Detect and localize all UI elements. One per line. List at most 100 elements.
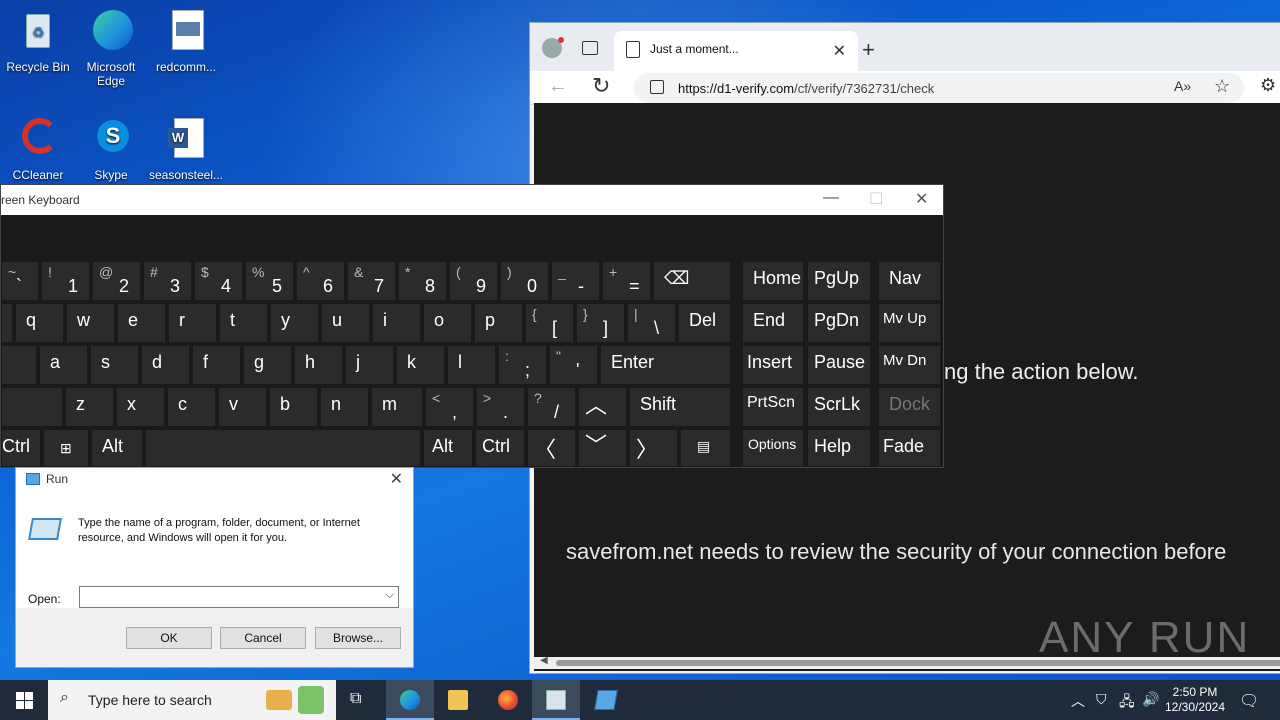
key-7[interactable]: & 7	[347, 261, 396, 301]
key-quote[interactable]: " '	[549, 345, 598, 385]
network-icon[interactable]: 🖧	[1119, 691, 1135, 715]
desktop-icon-recycle-bin[interactable]: ♻ Recycle Bin	[0, 8, 76, 74]
key-tab[interactable]	[1, 303, 13, 343]
key-d[interactable]: d	[141, 345, 190, 385]
key-scrlk[interactable]: ScrLk	[807, 387, 871, 427]
key-options[interactable]: Options	[742, 429, 804, 467]
taskbar-firefox[interactable]	[484, 680, 532, 720]
key-minus[interactable]: _ -	[551, 261, 600, 301]
key-t[interactable]: t	[219, 303, 268, 343]
key-0[interactable]: ) 0	[500, 261, 549, 301]
key-end[interactable]: End	[742, 303, 804, 343]
taskbar-file-explorer[interactable]	[434, 680, 482, 720]
notifications-icon[interactable]: 🗨	[1239, 691, 1259, 711]
key-comma[interactable]: <,	[425, 387, 474, 427]
key-h[interactable]: h	[294, 345, 343, 385]
key-m[interactable]: m	[371, 387, 423, 427]
key-b[interactable]: b	[269, 387, 318, 427]
key-nav[interactable]: Nav	[878, 261, 941, 301]
key-a[interactable]: a	[39, 345, 88, 385]
key-slash[interactable]: ? /	[527, 387, 576, 427]
key-alt-left[interactable]: Alt	[91, 429, 143, 467]
key-mvdn[interactable]: Mv Dn	[878, 345, 941, 385]
taskbar-osk[interactable]	[532, 680, 580, 720]
taskbar-search[interactable]: ⌕ Type here to search	[48, 680, 336, 720]
key-5[interactable]: % 5	[245, 261, 294, 301]
key-left-arrow[interactable]: 〈	[527, 429, 576, 467]
key-menu[interactable]: ▤	[680, 429, 731, 467]
horizontal-scrollbar[interactable]: ◀	[534, 655, 1280, 669]
ok-button[interactable]: OK	[126, 627, 212, 649]
extensions-icon[interactable]: ⚙	[1260, 75, 1276, 96]
key-z[interactable]: z	[65, 387, 114, 427]
key-n[interactable]: n	[320, 387, 369, 427]
back-arrow-icon[interactable]: ←	[548, 75, 568, 98]
refresh-icon[interactable]: ↻	[592, 73, 610, 99]
tab-just-a-moment[interactable]: Just a moment... ✕	[614, 31, 858, 71]
key-shift-left[interactable]	[1, 387, 63, 427]
key-p[interactable]: p	[474, 303, 523, 343]
key-alt-right[interactable]: Alt	[423, 429, 473, 467]
key-i[interactable]: i	[372, 303, 421, 343]
key-1[interactable]: ! 1	[41, 261, 90, 301]
key-c[interactable]: c	[167, 387, 216, 427]
url-text[interactable]: https://d1-verify.com/cf/verify/7362731/…	[678, 81, 934, 96]
key-period[interactable]: >.	[476, 387, 525, 427]
volume-icon[interactable]: 🔊	[1142, 691, 1159, 708]
minimize-icon[interactable]: —	[823, 189, 839, 207]
key-w[interactable]: w	[66, 303, 115, 343]
desktop-icon-redcomm[interactable]: redcomm...	[148, 8, 224, 74]
key-ctrl-right[interactable]: Ctrl	[475, 429, 525, 467]
key-del[interactable]: Del	[678, 303, 731, 343]
taskbar-run[interactable]	[582, 680, 630, 720]
security-icon[interactable]: ⛉	[1096, 691, 1107, 708]
clock[interactable]: 2:50 PM 12/30/2024	[1162, 685, 1228, 715]
key-backtick[interactable]: ~ `	[1, 261, 39, 301]
key-8[interactable]: * 8	[398, 261, 447, 301]
start-button[interactable]	[0, 680, 48, 720]
key-up-arrow[interactable]: ︿	[578, 387, 627, 427]
key-u[interactable]: u	[321, 303, 370, 343]
favorite-star-icon[interactable]: ☆	[1214, 76, 1230, 97]
close-icon[interactable]: ✕	[915, 189, 928, 209]
key-q[interactable]: q	[15, 303, 64, 343]
key-o[interactable]: o	[423, 303, 472, 343]
key-g[interactable]: g	[243, 345, 292, 385]
scroll-left-icon[interactable]: ◀	[540, 655, 548, 666]
read-aloud-icon[interactable]: A»	[1174, 78, 1191, 94]
key-home[interactable]: Home	[742, 261, 804, 301]
key-backspace[interactable]: ⌫	[653, 261, 731, 301]
close-icon[interactable]: ✕	[390, 469, 403, 489]
desktop-icon-seasonsteel[interactable]: W seasonsteel...	[148, 116, 224, 182]
taskbar-edge[interactable]	[386, 680, 434, 720]
browse-button[interactable]: Browse...	[315, 627, 401, 649]
address-bar[interactable]: https://d1-verify.com/cf/verify/7362731/…	[634, 73, 1244, 103]
key-f[interactable]: f	[192, 345, 241, 385]
open-combobox[interactable]: ⌵	[79, 586, 399, 608]
key-close-bracket[interactable]: }]	[576, 303, 625, 343]
desktop-icon-skype[interactable]: S Skype	[73, 116, 149, 182]
task-view-button[interactable]: ⧉	[336, 680, 384, 720]
key-mvup[interactable]: Mv Up	[878, 303, 941, 343]
close-tab-icon[interactable]: ✕	[833, 41, 846, 61]
key-2[interactable]: @2	[92, 261, 141, 301]
key-9[interactable]: (9	[449, 261, 498, 301]
key-right-arrow[interactable]: 〉	[629, 429, 678, 467]
desktop-icon-edge[interactable]: Microsoft Edge	[73, 8, 149, 88]
key-r[interactable]: r	[168, 303, 217, 343]
key-help[interactable]: Help	[807, 429, 871, 467]
key-fade[interactable]: Fade	[878, 429, 941, 467]
key-k[interactable]: k	[396, 345, 445, 385]
key-4[interactable]: $4	[194, 261, 243, 301]
key-open-bracket[interactable]: {[	[525, 303, 574, 343]
key-down-arrow[interactable]: ﹀	[578, 429, 627, 467]
key-enter[interactable]: Enter	[600, 345, 731, 385]
key-pause[interactable]: Pause	[807, 345, 871, 385]
key-semicolon[interactable]: :;	[498, 345, 547, 385]
key-3[interactable]: #3	[143, 261, 192, 301]
scrollbar-thumb[interactable]	[556, 660, 1280, 666]
key-backslash[interactable]: | \	[627, 303, 676, 343]
key-x[interactable]: x	[116, 387, 165, 427]
key-v[interactable]: v	[218, 387, 267, 427]
key-insert[interactable]: Insert	[742, 345, 804, 385]
